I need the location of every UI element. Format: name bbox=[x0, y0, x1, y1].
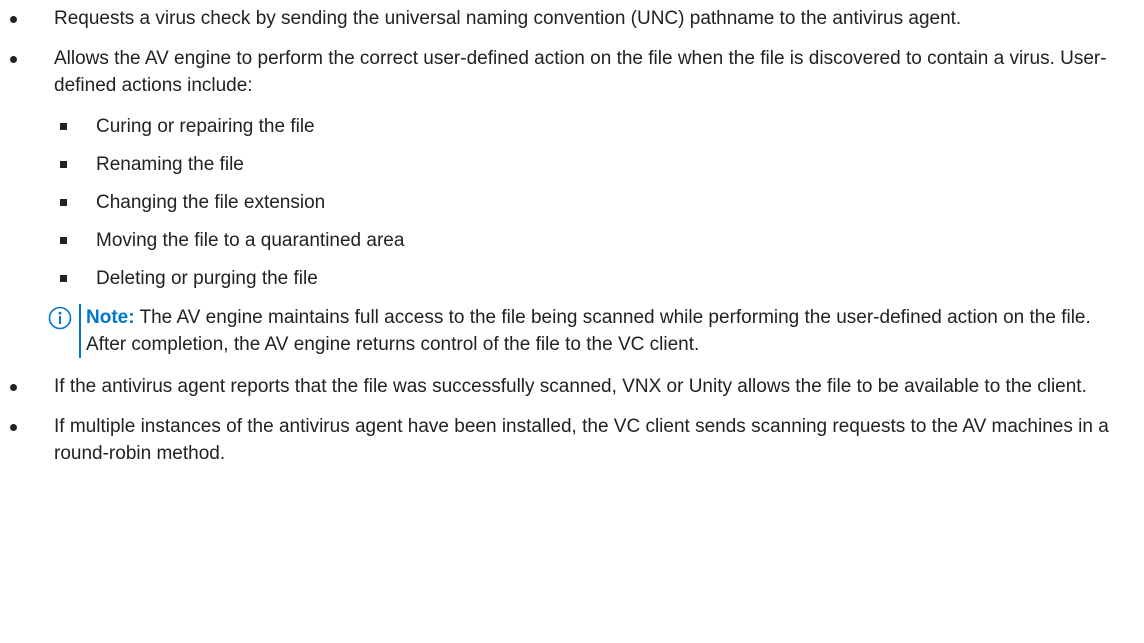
bullet-dot bbox=[10, 424, 17, 431]
list-item-text: If multiple instances of the antivirus a… bbox=[54, 416, 1109, 464]
list-item: If the antivirus agent reports that the … bbox=[0, 373, 1144, 400]
list-item-text: Allows the AV engine to perform the corr… bbox=[54, 48, 1107, 96]
list-item: Allows the AV engine to perform the corr… bbox=[0, 45, 1144, 358]
bullet-square bbox=[60, 199, 67, 206]
sub-list-item-text: Deleting or purging the file bbox=[96, 268, 318, 289]
sub-list-item: Curing or repairing the file bbox=[54, 113, 1124, 140]
sub-list-item: Renaming the file bbox=[54, 151, 1124, 178]
bullet-square bbox=[60, 237, 67, 244]
note-callout: Note: The AV engine maintains full acces… bbox=[48, 304, 1124, 358]
document-page: Requests a virus check by sending the un… bbox=[0, 0, 1144, 643]
bullet-dot bbox=[10, 384, 17, 391]
sub-list-item-text: Renaming the file bbox=[96, 154, 244, 175]
note-label: Note: bbox=[86, 307, 135, 328]
bullet-dot bbox=[10, 56, 17, 63]
sub-list: Curing or repairing the file Renaming th… bbox=[54, 113, 1124, 292]
list-item-text: If the antivirus agent reports that the … bbox=[54, 376, 1087, 397]
note-accent-bar bbox=[79, 304, 81, 358]
bullet-dot bbox=[10, 16, 17, 23]
bullet-square bbox=[60, 123, 67, 130]
sub-list-item-text: Moving the file to a quarantined area bbox=[96, 230, 405, 251]
sub-list-item: Moving the file to a quarantined area bbox=[54, 227, 1124, 254]
sub-list-item-text: Curing or repairing the file bbox=[96, 116, 315, 137]
list-item-text: Requests a virus check by sending the un… bbox=[54, 8, 962, 29]
sub-list-item: Changing the file extension bbox=[54, 189, 1124, 216]
bullet-list: Requests a virus check by sending the un… bbox=[0, 0, 1144, 464]
note-body: Note: The AV engine maintains full acces… bbox=[86, 304, 1124, 358]
list-item: If multiple instances of the antivirus a… bbox=[0, 413, 1144, 467]
list-item: Requests a virus check by sending the un… bbox=[0, 5, 1144, 32]
note-text: The AV engine maintains full access to t… bbox=[86, 307, 1091, 355]
bullet-square bbox=[60, 275, 67, 282]
sub-list-item-text: Changing the file extension bbox=[96, 192, 326, 213]
info-icon bbox=[48, 306, 72, 330]
bullet-square bbox=[60, 161, 67, 168]
sub-list-item: Deleting or purging the file bbox=[54, 265, 1124, 292]
